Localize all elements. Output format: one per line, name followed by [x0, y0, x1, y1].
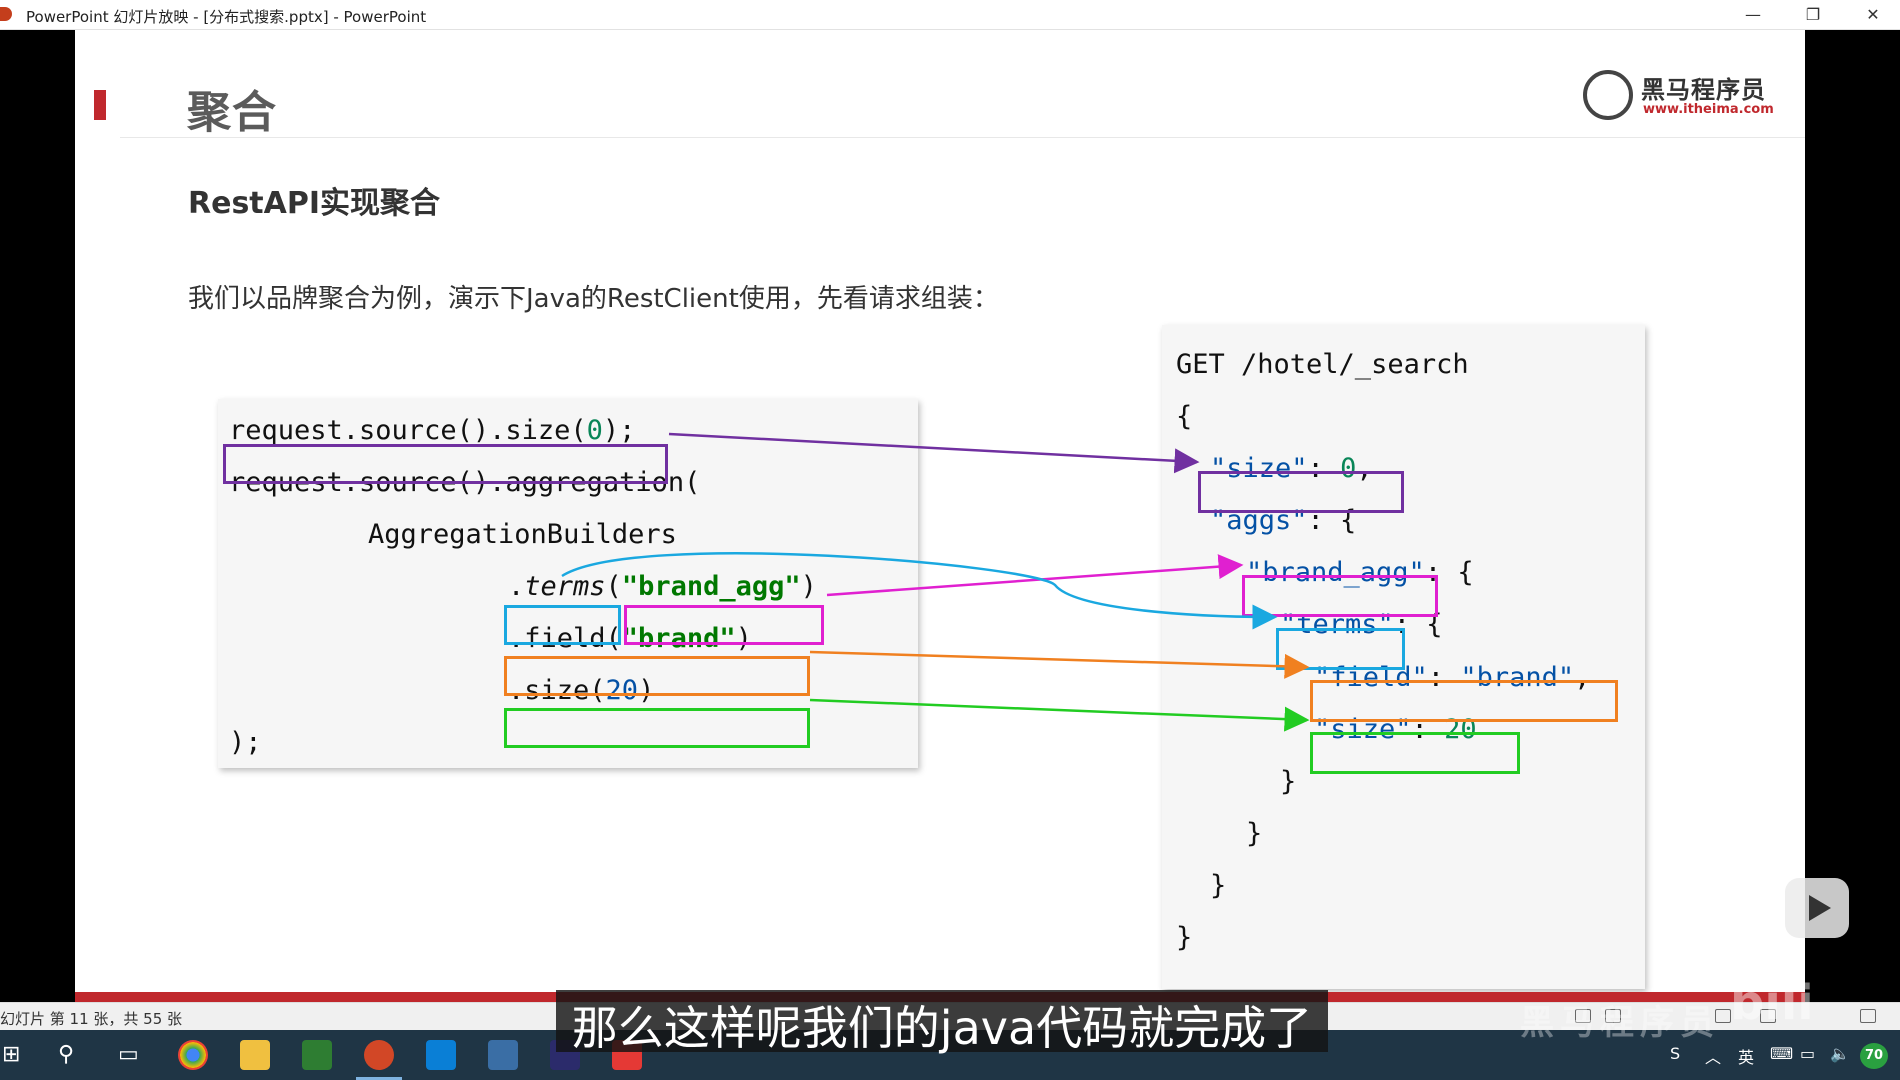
java-line-size: request.source().size(0); [229, 415, 635, 446]
battery-badge[interactable]: 70 [1860, 1043, 1888, 1069]
java-terms-dot: . [508, 571, 525, 602]
java-line-terms: .terms("brand_agg") [508, 571, 817, 602]
slide-title: 聚合 [187, 87, 277, 138]
search-icon[interactable]: ⚲ [58, 1042, 74, 1067]
dsl-close-terms: } [1280, 766, 1297, 797]
highlight-java-terms [504, 605, 621, 645]
highlight-dsl-size20 [1310, 732, 1520, 774]
itheima-logo: 黑马程序员 www.itheima.com [1583, 68, 1774, 128]
windows-start-icon[interactable]: ⊞ [2, 1042, 20, 1067]
remote-desktop-icon[interactable] [488, 1040, 518, 1070]
highlight-dsl-field [1310, 680, 1618, 722]
java-line-size-end: ); [602, 415, 636, 446]
java-size-value: 0 [586, 415, 603, 446]
file-explorer-icon[interactable] [240, 1040, 270, 1070]
minimize-button[interactable]: — [1730, 0, 1776, 29]
title-divider [120, 137, 1805, 138]
restore-button[interactable]: ❐ [1790, 0, 1836, 29]
java-line-builders: AggregationBuilders [368, 519, 677, 550]
java-line-size-text: request.source().size( [229, 415, 587, 446]
dsl-line-request: GET /hotel/_search [1176, 349, 1469, 380]
close-button[interactable]: ✕ [1850, 0, 1896, 29]
dsl-close-root: } [1176, 922, 1193, 953]
dsl-close-brand-agg: } [1246, 818, 1263, 849]
powerpoint-taskbar-icon[interactable] [364, 1040, 394, 1070]
window-title: PowerPoint 幻灯片放映 - [分布式搜索.pptx] - PowerP… [26, 8, 427, 26]
window-title-bar: PowerPoint 幻灯片放映 - [分布式搜索.pptx] - PowerP… [0, 0, 1900, 30]
slide-canvas[interactable]: 聚合 黑马程序员 www.itheima.com RestAPI实现聚合 我们以… [75, 30, 1805, 1002]
tray-expand-icon[interactable]: ︿ [1705, 1044, 1721, 1068]
title-accent-bar [94, 90, 106, 120]
java-terms-arg: "brand_agg" [621, 571, 801, 602]
notebook-app-icon[interactable] [302, 1040, 332, 1070]
java-terms-method: terms [524, 571, 606, 602]
dsl-close-aggs: } [1210, 870, 1227, 901]
video-subtitle: 那么这样呢我们的java代码就完成了 [556, 990, 1328, 1055]
highlight-dsl-size [1198, 471, 1404, 513]
watermark-text: 黑马程序员 [1520, 1003, 1720, 1043]
highlight-dsl-brand-agg [1242, 575, 1438, 617]
logo-url: www.itheima.com [1643, 102, 1774, 117]
highlight-java-size [223, 444, 668, 484]
subtitle-text: 那么这样呢我们的java代码就完成了 [571, 1001, 1313, 1055]
java-line-close: ); [229, 727, 262, 758]
slide-intro-text: 我们以品牌聚合为例，演示下Java的RestClient使用，先看请求组装： [188, 284, 999, 314]
dsl-open-brace: { [1176, 401, 1193, 432]
java-terms-close: ) [800, 571, 817, 602]
dsl-code-panel: GET /hotel/_search { "size": 0, "aggs": … [1162, 325, 1645, 989]
vm-app-icon[interactable] [426, 1040, 456, 1070]
highlight-java-brand-agg [624, 605, 824, 645]
slide-subheading: RestAPI实现聚合 [188, 186, 441, 221]
slide-counter: 幻灯片 第 11 张，共 55 张 [0, 1010, 183, 1028]
highlight-dsl-terms [1276, 628, 1405, 670]
keyboard-icon[interactable]: ⌨ [1770, 1044, 1793, 1063]
slideshow-view-icon[interactable] [1860, 1009, 1876, 1023]
java-terms-open: ( [605, 571, 622, 602]
play-icon [1809, 895, 1831, 921]
chrome-icon[interactable] [178, 1040, 208, 1070]
logo-name: 黑马程序员 [1641, 76, 1766, 104]
ime-indicator[interactable]: 英 [1738, 1044, 1754, 1068]
sogou-icon[interactable]: S [1670, 1044, 1680, 1063]
play-button[interactable] [1785, 878, 1849, 938]
task-view-icon[interactable]: ▭ [118, 1042, 139, 1067]
network-icon[interactable]: ▭ [1800, 1044, 1815, 1063]
volume-icon[interactable]: 🔈 [1830, 1044, 1850, 1063]
horse-logo-icon [1583, 70, 1633, 120]
powerpoint-app-icon [0, 7, 12, 21]
java-code-panel: request.source().size(0); request.source… [218, 399, 918, 768]
highlight-java-field [504, 656, 810, 696]
highlight-java-size20 [504, 708, 810, 748]
bilibili-watermark: bili [1730, 975, 1814, 1031]
